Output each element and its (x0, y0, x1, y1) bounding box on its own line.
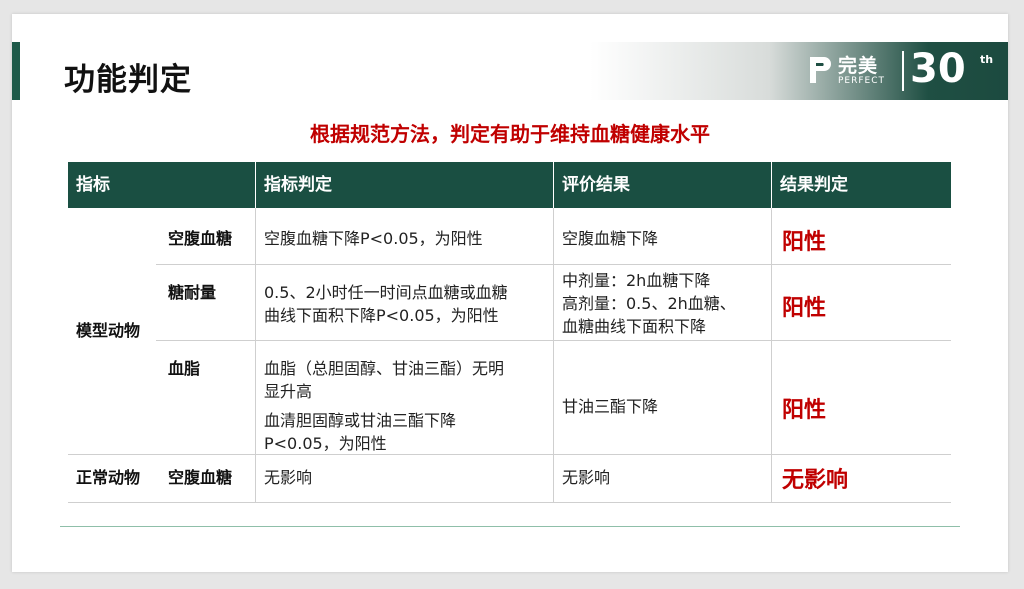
row-divider (68, 454, 951, 455)
row-verdict: 无影响 (782, 468, 849, 493)
row-indicator: 糖耐量 (168, 283, 217, 302)
col-divider (771, 208, 772, 502)
row-criteria: 曲线下面积下降P<0.05，为阳性 (264, 306, 499, 325)
page-title: 功能判定 (64, 62, 192, 98)
row-evaluation: 空腹血糖下降 (562, 229, 659, 248)
logo-chinese-text: 完美 (838, 55, 879, 77)
title-bar: 功能判定 完美 PERFECT 30 th (12, 42, 1008, 100)
col-header-verdict: 结果判定 (771, 162, 951, 208)
col-header-indicator: 指标 (76, 175, 110, 195)
row-indicator: 空腹血糖 (168, 468, 233, 487)
row-divider (68, 502, 951, 503)
group-label-normal-animal: 正常动物 (76, 468, 141, 487)
logo-anniversary-number: 30 (910, 46, 966, 92)
table-header: 指标 指标判定 评价结果 结果判定 (68, 162, 951, 208)
group-label-model-animal: 模型动物 (76, 321, 141, 340)
title-accent-bar (12, 42, 20, 100)
logo-divider (902, 51, 904, 91)
col-divider (553, 208, 554, 502)
row-verdict: 阳性 (782, 398, 827, 423)
perfect-logo-icon (810, 57, 831, 83)
subtitle: 根据规范方法，判定有助于维持血糖健康水平 (310, 122, 710, 146)
row-verdict: 阳性 (782, 230, 827, 255)
row-criteria: 0.5、2小时任一时间点血糖或血糖 (264, 283, 508, 302)
row-indicator: 空腹血糖 (168, 229, 233, 248)
slide: 功能判定 完美 PERFECT 30 th 根据规范方法，判定有助于维持血糖健康… (12, 14, 1008, 572)
row-evaluation: 甘油三酯下降 (562, 397, 659, 416)
judgement-table: 指标 指标判定 评价结果 结果判定 模型动物 正常动物 空腹血糖 空腹血糖下降P… (68, 162, 951, 503)
col-header-criteria: 指标判定 (255, 162, 553, 208)
row-evaluation: 无影响 (562, 468, 611, 487)
row-evaluation: 中剂量：2h血糖下降 (562, 271, 711, 290)
logo-english-text: PERFECT (838, 76, 886, 86)
row-evaluation: 血糖曲线下面积下降 (562, 317, 707, 336)
row-criteria: 血清胆固醇或甘油三酯下降 (264, 411, 457, 430)
col-header-evaluation: 评价结果 (553, 162, 771, 208)
brand-logo: 完美 PERFECT 30 th (808, 46, 998, 93)
col-divider (255, 208, 256, 502)
row-evaluation: 高剂量：0.5、2h血糖、 (562, 294, 736, 313)
row-criteria: 显升高 (264, 382, 313, 401)
logo-anniversary-suffix: th (980, 53, 994, 66)
row-criteria: 血脂（总胆固醇、甘油三酯）无明 (264, 359, 505, 378)
row-criteria: 空腹血糖下降P<0.05，为阳性 (264, 229, 483, 248)
row-criteria: 无影响 (264, 468, 313, 487)
row-criteria: P<0.05，为阳性 (264, 434, 387, 453)
row-indicator: 血脂 (168, 359, 201, 378)
footer-divider (60, 526, 960, 527)
row-verdict: 阳性 (782, 296, 827, 321)
